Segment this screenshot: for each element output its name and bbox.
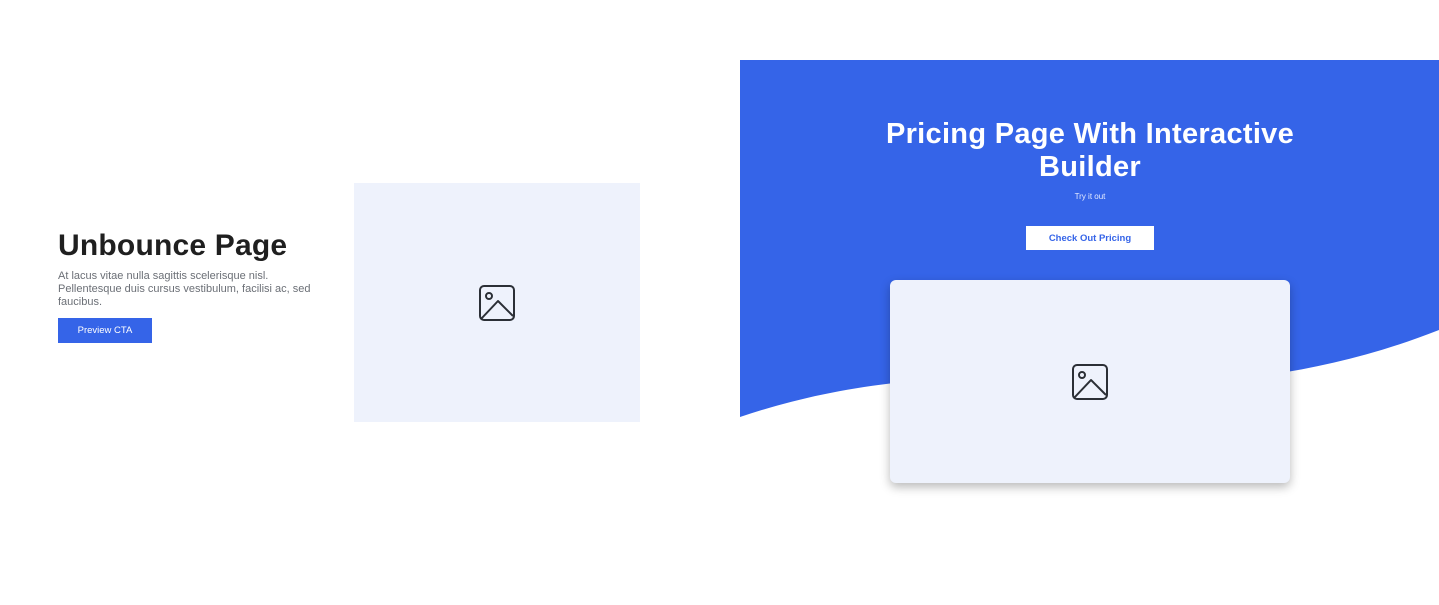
- right-image-placeholder: [890, 280, 1290, 483]
- left-page-description: At lacus vitae nulla sagittis scelerisqu…: [58, 270, 311, 308]
- right-hero-section: Pricing Page With Interactive Builder Tr…: [740, 60, 1439, 560]
- left-page-title: Unbounce Page: [58, 229, 288, 262]
- right-page-subtitle: Try it out: [1074, 192, 1106, 201]
- left-image-placeholder: [354, 183, 640, 422]
- image-icon: [1072, 363, 1108, 400]
- page: Unbounce Page At lacus vitae nulla sagit…: [0, 0, 1439, 605]
- preview-cta-button[interactable]: Preview CTA: [58, 318, 152, 343]
- check-out-pricing-button[interactable]: Check Out Pricing: [1026, 226, 1154, 250]
- right-page-title: Pricing Page With Interactive Builder: [885, 118, 1295, 183]
- left-hero-section: Unbounce Page At lacus vitae nulla sagit…: [58, 228, 338, 343]
- image-icon: [479, 284, 515, 321]
